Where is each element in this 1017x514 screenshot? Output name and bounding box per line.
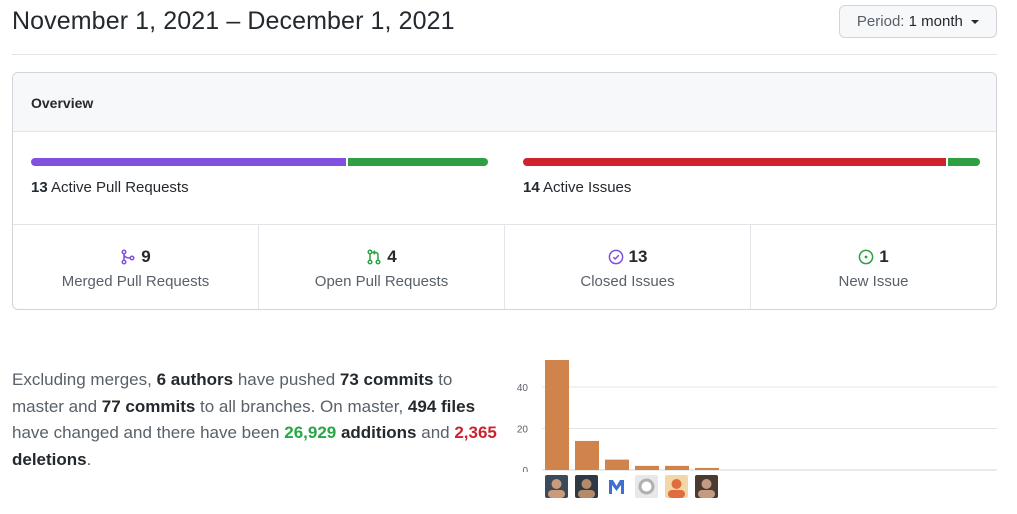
new-issue-count: 1 bbox=[879, 247, 889, 266]
commit-bar[interactable] bbox=[575, 440, 599, 470]
summary-text: to all branches. On master, bbox=[195, 396, 408, 416]
page-title: November 1, 2021 – December 1, 2021 bbox=[12, 7, 455, 35]
commit-bar[interactable] bbox=[545, 360, 569, 470]
author-avatar[interactable] bbox=[605, 475, 628, 498]
merged-pull-requests-stat[interactable]: 9 Merged Pull Requests bbox=[13, 225, 259, 309]
active-issues-label: Active Issues bbox=[543, 179, 632, 196]
summary-text: have pushed bbox=[233, 370, 340, 389]
pull-requests-progress-bar bbox=[31, 158, 488, 166]
merge-icon bbox=[121, 249, 135, 265]
files-changed-count: 494 files bbox=[407, 396, 476, 416]
commit-summary: Excluding merges, 6 authors have pushed … bbox=[12, 367, 502, 473]
period-dropdown-button[interactable]: Period: 1 month bbox=[838, 5, 997, 38]
deletions-count: 2,365 bbox=[454, 423, 497, 442]
y-tick-label: 40 bbox=[517, 383, 529, 394]
commits-per-author-chart: 0 20 40 bbox=[512, 352, 1002, 504]
y-tick-label: 20 bbox=[517, 424, 529, 435]
open-pull-requests-segment bbox=[348, 158, 488, 166]
new-issue-stat[interactable]: 1 New Issue bbox=[751, 225, 996, 309]
active-issues-link[interactable]: 14 Active Issues bbox=[523, 179, 631, 196]
closed-issues-stat[interactable]: 13 Closed Issues bbox=[505, 225, 751, 309]
activity-bars: 13 Active Pull Requests 14 Active Issues bbox=[13, 132, 996, 225]
commit-bar[interactable] bbox=[695, 467, 719, 470]
all-branches-commits-count: 77 commits bbox=[101, 396, 196, 416]
overview-box: Overview 13 Active Pull Requests 14 Acti… bbox=[12, 72, 997, 310]
y-tick-label: 0 bbox=[522, 466, 528, 472]
author-avatar[interactable] bbox=[665, 475, 688, 498]
overview-stats: 9 Merged Pull Requests 4 Open Pull Reque… bbox=[13, 225, 996, 309]
issue-closed-icon bbox=[608, 249, 623, 265]
summary-text: have changed and there have been bbox=[12, 423, 285, 442]
author-avatar[interactable] bbox=[575, 475, 598, 498]
commits-bar-chart: 0 20 40 bbox=[517, 360, 997, 477]
master-commits-count: 73 commits bbox=[339, 370, 434, 389]
active-pull-requests-count: 13 bbox=[31, 179, 48, 196]
additions-count: 26,929 bbox=[284, 423, 337, 442]
new-issue-label: New Issue bbox=[838, 273, 909, 290]
period-value: 1 month bbox=[908, 13, 963, 30]
summary-text: and bbox=[416, 423, 455, 442]
page-header: November 1, 2021 – December 1, 2021 Peri… bbox=[12, 0, 997, 55]
commit-bar[interactable] bbox=[665, 465, 689, 470]
commit-bar[interactable] bbox=[605, 459, 629, 470]
deletions-label: deletions bbox=[12, 449, 87, 469]
closed-issues-count: 13 bbox=[628, 247, 648, 266]
open-pull-requests-stat[interactable]: 4 Open Pull Requests bbox=[259, 225, 505, 309]
summary-text: . bbox=[86, 449, 92, 469]
open-pull-requests-label: Open Pull Requests bbox=[314, 273, 449, 290]
issue-opened-icon bbox=[858, 249, 874, 265]
author-avatar[interactable] bbox=[635, 475, 658, 498]
new-issues-segment bbox=[948, 158, 980, 166]
pull-request-icon bbox=[367, 249, 381, 265]
closed-issues-segment bbox=[523, 158, 946, 166]
author-avatar[interactable] bbox=[545, 475, 568, 498]
authors-count: 6 authors bbox=[156, 370, 234, 389]
issues-progress-bar bbox=[523, 158, 980, 166]
active-pull-requests-link[interactable]: 13 Active Pull Requests bbox=[31, 179, 189, 196]
merged-pull-requests-count: 9 bbox=[141, 247, 151, 266]
period-prefix: Period: bbox=[856, 13, 905, 30]
merged-pull-requests-segment bbox=[31, 158, 346, 166]
caret-down-icon bbox=[971, 20, 979, 25]
active-issues-count: 14 bbox=[523, 179, 540, 196]
active-pull-requests-label: Active Pull Requests bbox=[51, 179, 189, 196]
commit-bar[interactable] bbox=[635, 465, 659, 470]
author-avatar[interactable] bbox=[695, 475, 718, 498]
overview-header: Overview bbox=[13, 73, 996, 132]
closed-issues-label: Closed Issues bbox=[580, 273, 675, 290]
open-pull-requests-count: 4 bbox=[387, 247, 397, 266]
overview-title: Overview bbox=[31, 95, 94, 111]
summary-text: Excluding merges, bbox=[12, 370, 157, 389]
additions-label: additions bbox=[336, 423, 417, 442]
merged-pull-requests-label: Merged Pull Requests bbox=[61, 273, 210, 290]
